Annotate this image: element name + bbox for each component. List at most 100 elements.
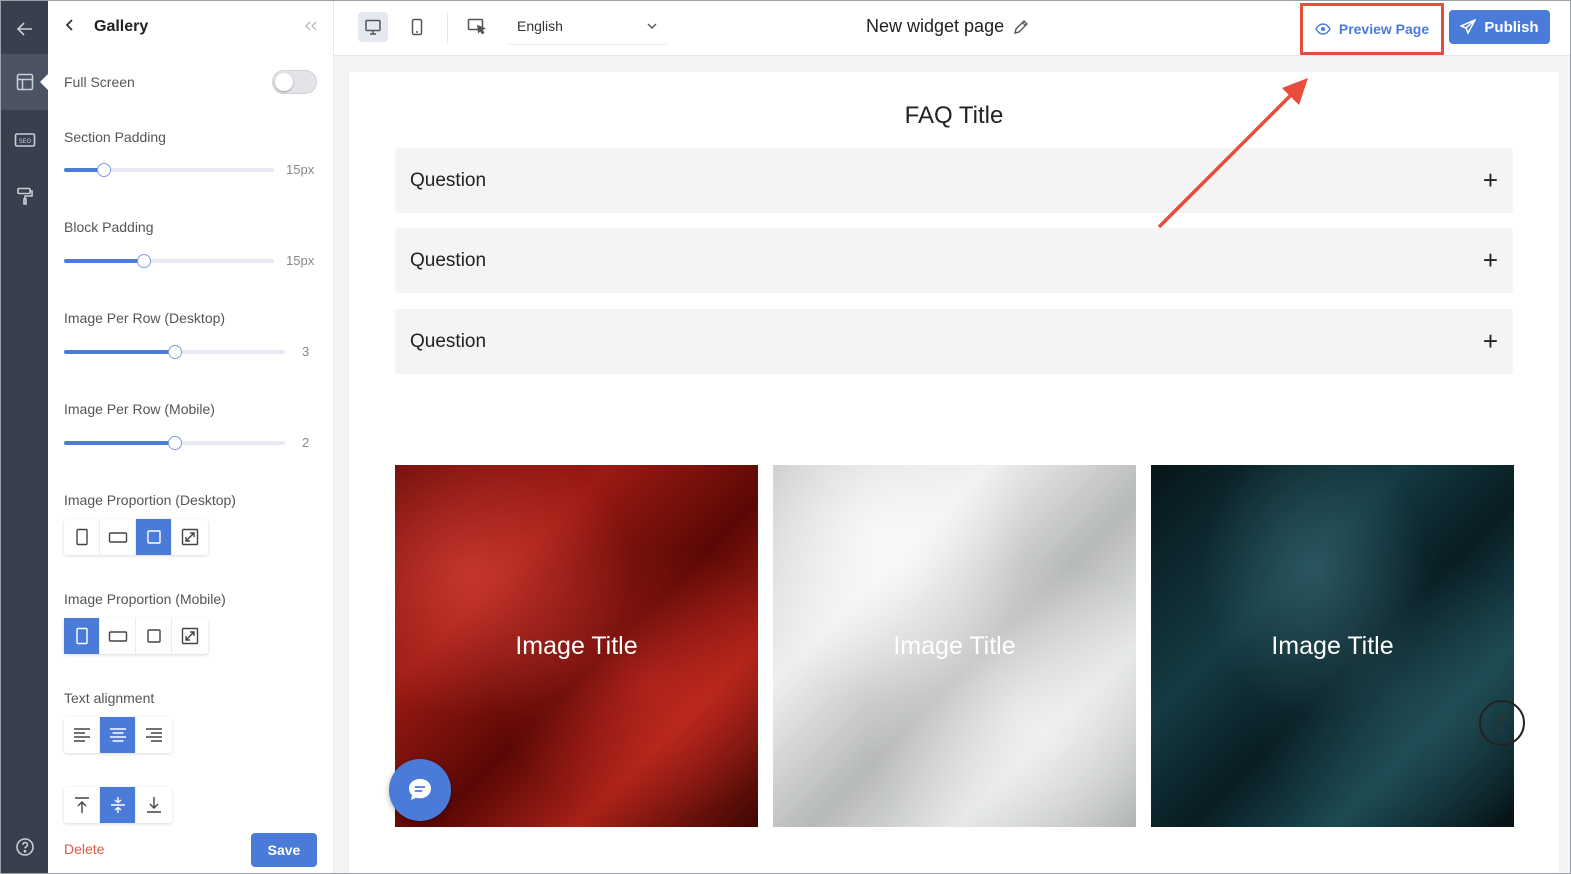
eye-icon [1315,23,1331,35]
faq-title[interactable]: FAQ Title [349,102,1559,130]
select-element-button[interactable] [462,12,492,42]
block-padding-value: 15px [286,253,315,268]
text-alignment-label: Text alignment [64,690,155,706]
per-row-desktop-label: Image Per Row (Desktop) [64,310,226,326]
proportion-original-button[interactable] [172,618,208,654]
section-padding-slider[interactable] [64,163,274,177]
proportion-portrait-button[interactable] [64,618,100,654]
send-icon [1460,19,1477,35]
svg-text:SEO: SEO [18,138,31,145]
gallery-image-white-silk[interactable]: Image Title [773,465,1136,827]
slider-handle[interactable] [167,436,182,450]
per-row-desktop-slider[interactable] [64,345,285,359]
page-canvas: FAQ Title Question + Question + Question… [349,72,1559,873]
paint-roller-icon [16,187,33,205]
faq-question: Question [410,330,487,352]
full-screen-toggle[interactable] [272,70,317,94]
faq-item[interactable]: Question + [395,148,1513,213]
top-toolbar: English New widget page Preview Page Pub… [334,1,1570,56]
desktop-icon [365,19,381,35]
align-middle-icon [110,797,125,813]
chevron-left-icon[interactable] [64,18,84,36]
plus-icon[interactable]: + [1483,245,1498,276]
faq-item[interactable]: Question + [395,228,1513,293]
gallery-image-teal-silk[interactable]: Image Title [1151,465,1514,827]
align-right-button[interactable] [136,717,172,753]
block-padding-slider[interactable] [64,254,274,268]
align-left-button[interactable] [64,717,100,753]
faq-question: Question [410,249,487,271]
expand-icon [181,627,199,645]
proportion-desktop-label: Image Proportion (Desktop) [64,492,236,508]
layout-icon [16,73,33,91]
proportion-square-button[interactable] [136,519,172,555]
per-row-mobile-slider[interactable] [64,436,285,450]
faq-question: Question [410,169,487,191]
portrait-icon [75,528,88,546]
delete-button[interactable]: Delete [64,841,104,857]
slider-handle[interactable] [167,345,182,359]
align-middle-button[interactable] [100,787,136,823]
rail-seo-button[interactable]: SEO [1,112,48,168]
chat-bubble-icon [409,779,431,800]
pencil-icon[interactable] [1012,18,1030,36]
preview-page-label: Preview Page [1338,21,1430,37]
mobile-view-button[interactable] [402,12,432,42]
left-rail: SEO [1,1,48,873]
slider-handle[interactable] [136,254,151,268]
slider-handle[interactable] [96,163,111,177]
settings-panel: Gallery Full Screen Section Padding 15px… [48,1,334,873]
full-screen-label: Full Screen [64,74,135,90]
landscape-icon [108,532,127,543]
text-alignment-group [64,717,172,753]
publish-button[interactable]: Publish [1449,10,1550,44]
chat-widget-button[interactable] [389,759,451,821]
proportion-mobile-label: Image Proportion (Mobile) [64,591,226,607]
align-top-button[interactable] [64,787,100,823]
panel-header: Gallery [64,15,318,39]
language-value: English [517,17,563,34]
scroll-to-top-button[interactable] [1479,700,1525,746]
proportion-square-button[interactable] [136,618,172,654]
proportion-landscape-button[interactable] [100,519,136,555]
proportion-original-button[interactable] [172,519,208,555]
desktop-view-button[interactable] [358,12,388,42]
faq-item[interactable]: Question + [395,309,1513,374]
cursor-select-icon [467,18,486,35]
per-row-mobile-value: 2 [302,435,310,450]
language-select[interactable]: English [506,7,669,45]
gallery-image-red-silk[interactable]: Image Title [395,465,758,827]
vertical-alignment-group [64,787,172,823]
align-top-icon [74,797,89,813]
image-title: Image Title [1271,631,1394,660]
image-title: Image Title [515,631,638,660]
proportion-portrait-button[interactable] [64,519,100,555]
publish-label: Publish [1484,18,1539,36]
plus-icon[interactable]: + [1483,326,1498,357]
per-row-desktop-value: 3 [302,344,310,359]
collapse-panel-icon[interactable] [304,19,318,35]
mobile-icon [411,18,423,36]
exit-editor-button[interactable] [1,1,48,57]
align-bottom-icon [147,797,161,813]
landscape-icon [108,631,127,642]
block-padding-label: Block Padding [64,219,154,235]
help-button[interactable] [1,819,48,873]
rail-style-button[interactable] [1,168,48,224]
align-center-button[interactable] [100,717,136,753]
proportion-desktop-group [64,519,208,555]
square-icon [146,530,161,544]
toggle-knob [275,73,293,91]
arrow-left-icon [16,22,32,36]
arrow-up-icon [1494,714,1510,732]
rail-sections-button[interactable] [1,54,48,110]
editor-window: SEO Gallery Full Screen Section Padding … [0,0,1571,874]
save-button[interactable]: Save [251,833,317,867]
plus-icon[interactable]: + [1483,165,1498,196]
image-title: Image Title [893,631,1016,660]
preview-page-button[interactable]: Preview Page [1300,3,1444,55]
align-left-icon [73,728,90,742]
proportion-landscape-button[interactable] [100,618,136,654]
section-padding-label: Section Padding [64,129,166,145]
align-bottom-button[interactable] [136,787,172,823]
